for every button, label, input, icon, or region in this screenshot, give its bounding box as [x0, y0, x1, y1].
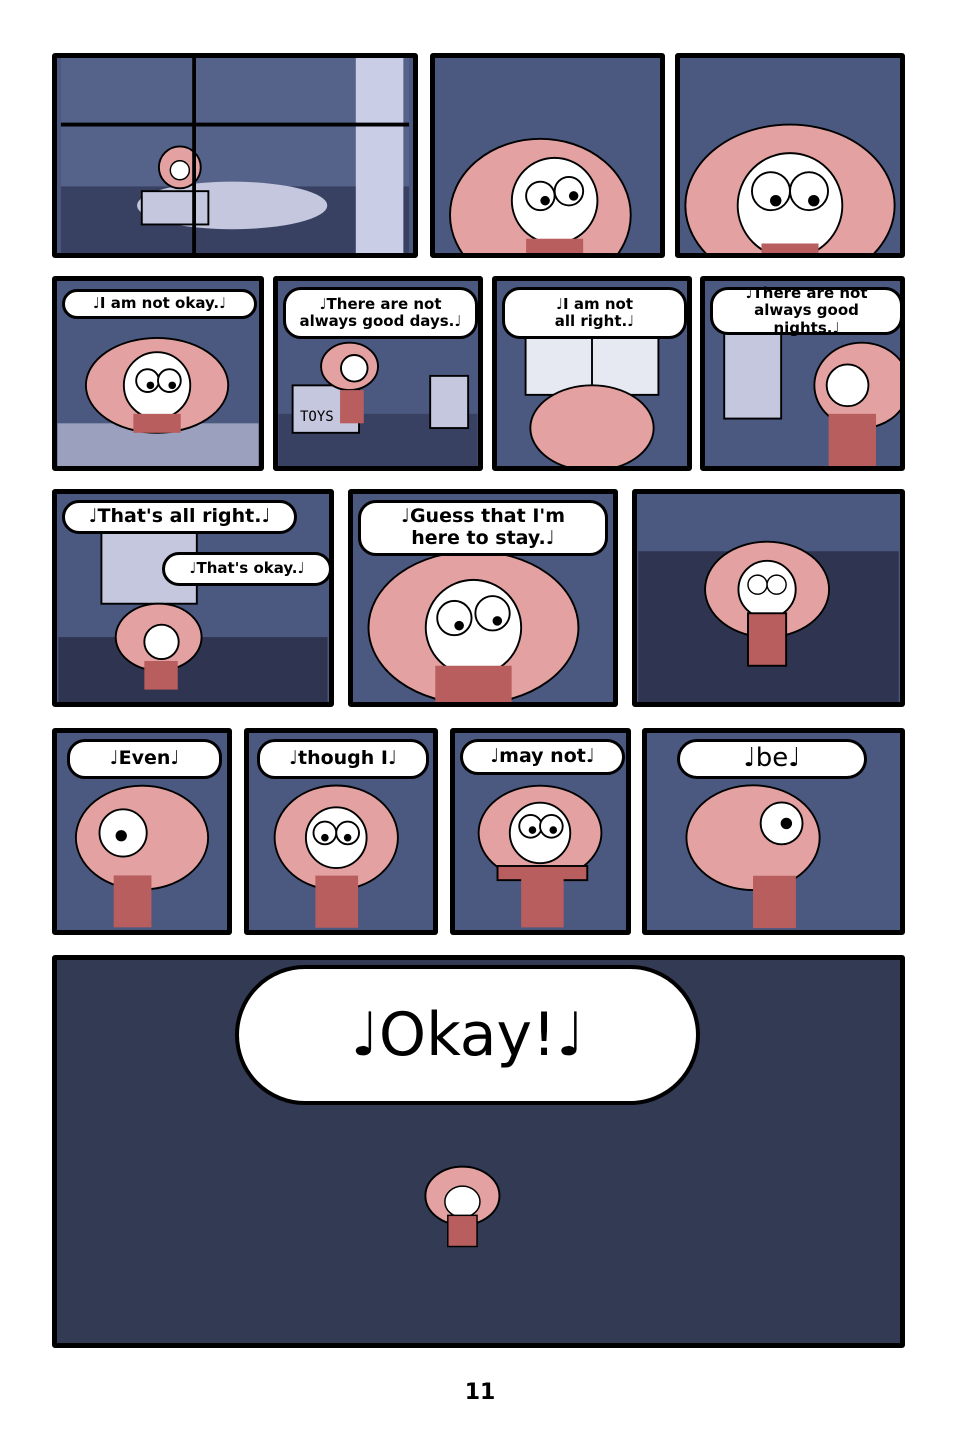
panel-girl-at-desk: ♩I am not okay.♩ — [52, 276, 264, 471]
lyric-bubble: ♩That's all right.♩ — [62, 500, 297, 534]
panel-girl-standing — [632, 489, 905, 707]
girl-face-illustration — [684, 123, 896, 253]
bedroom-scene — [60, 58, 410, 253]
lyric-bubble: ♩Even♩ — [67, 739, 222, 779]
panel-girl-pulls-curtain: ♩There are not always good nights.♩ — [700, 276, 905, 471]
page-number: 11 — [464, 1380, 496, 1405]
lyric-bubble: ♩There are not always good nights.♩ — [710, 285, 900, 336]
panel-girl-by-toys: ♩There are not always good days.♩ TOYS — [273, 276, 483, 471]
lyric-bubble: ♩though I♩ — [257, 739, 429, 779]
lyric-bubble: ♩There are not always good days.♩ — [283, 287, 478, 339]
panel-girl-arms-out: ♩may not♩ — [450, 728, 631, 935]
girl-standing-scene — [638, 540, 899, 702]
lyric-bubble: ♩may not♩ — [460, 739, 625, 775]
lyric-bubble-second: ♩That's okay.♩ — [162, 552, 329, 586]
panel-girl-face-closer — [675, 53, 905, 258]
lyric-bubble: ♩Guess that I'm here to stay.♩ — [358, 500, 608, 556]
panel-bedroom-window — [52, 53, 418, 258]
panel-girl-center: ♩Guess that I'm here to stay.♩ — [348, 489, 618, 707]
lyric-bubble: ♩I am not okay.♩ — [62, 289, 257, 319]
lyric-bubble-okay: ♩Okay!♩ — [235, 965, 700, 1105]
panel-girl-far-away: ♩Okay!♩ — [52, 955, 905, 1348]
panel-girl-face-close — [430, 53, 665, 258]
panel-girl-at-window: ♩I am not all right.♩ — [492, 276, 692, 471]
girl-face-illustration — [449, 137, 632, 253]
lyric-bubble: ♩I am not all right.♩ — [502, 287, 687, 339]
lyric-bubble: ♩be♩ — [677, 739, 867, 779]
toys-box-label: TOYS — [300, 409, 334, 425]
panel-girl-front: ♩though I♩ — [244, 728, 438, 935]
panel-girl-turning: ♩be♩ — [642, 728, 905, 935]
panel-girl-by-curtain: ♩That's all right.♩ ♩That's okay.♩ — [52, 489, 334, 707]
panel-girl-side: ♩Even♩ — [52, 728, 232, 935]
